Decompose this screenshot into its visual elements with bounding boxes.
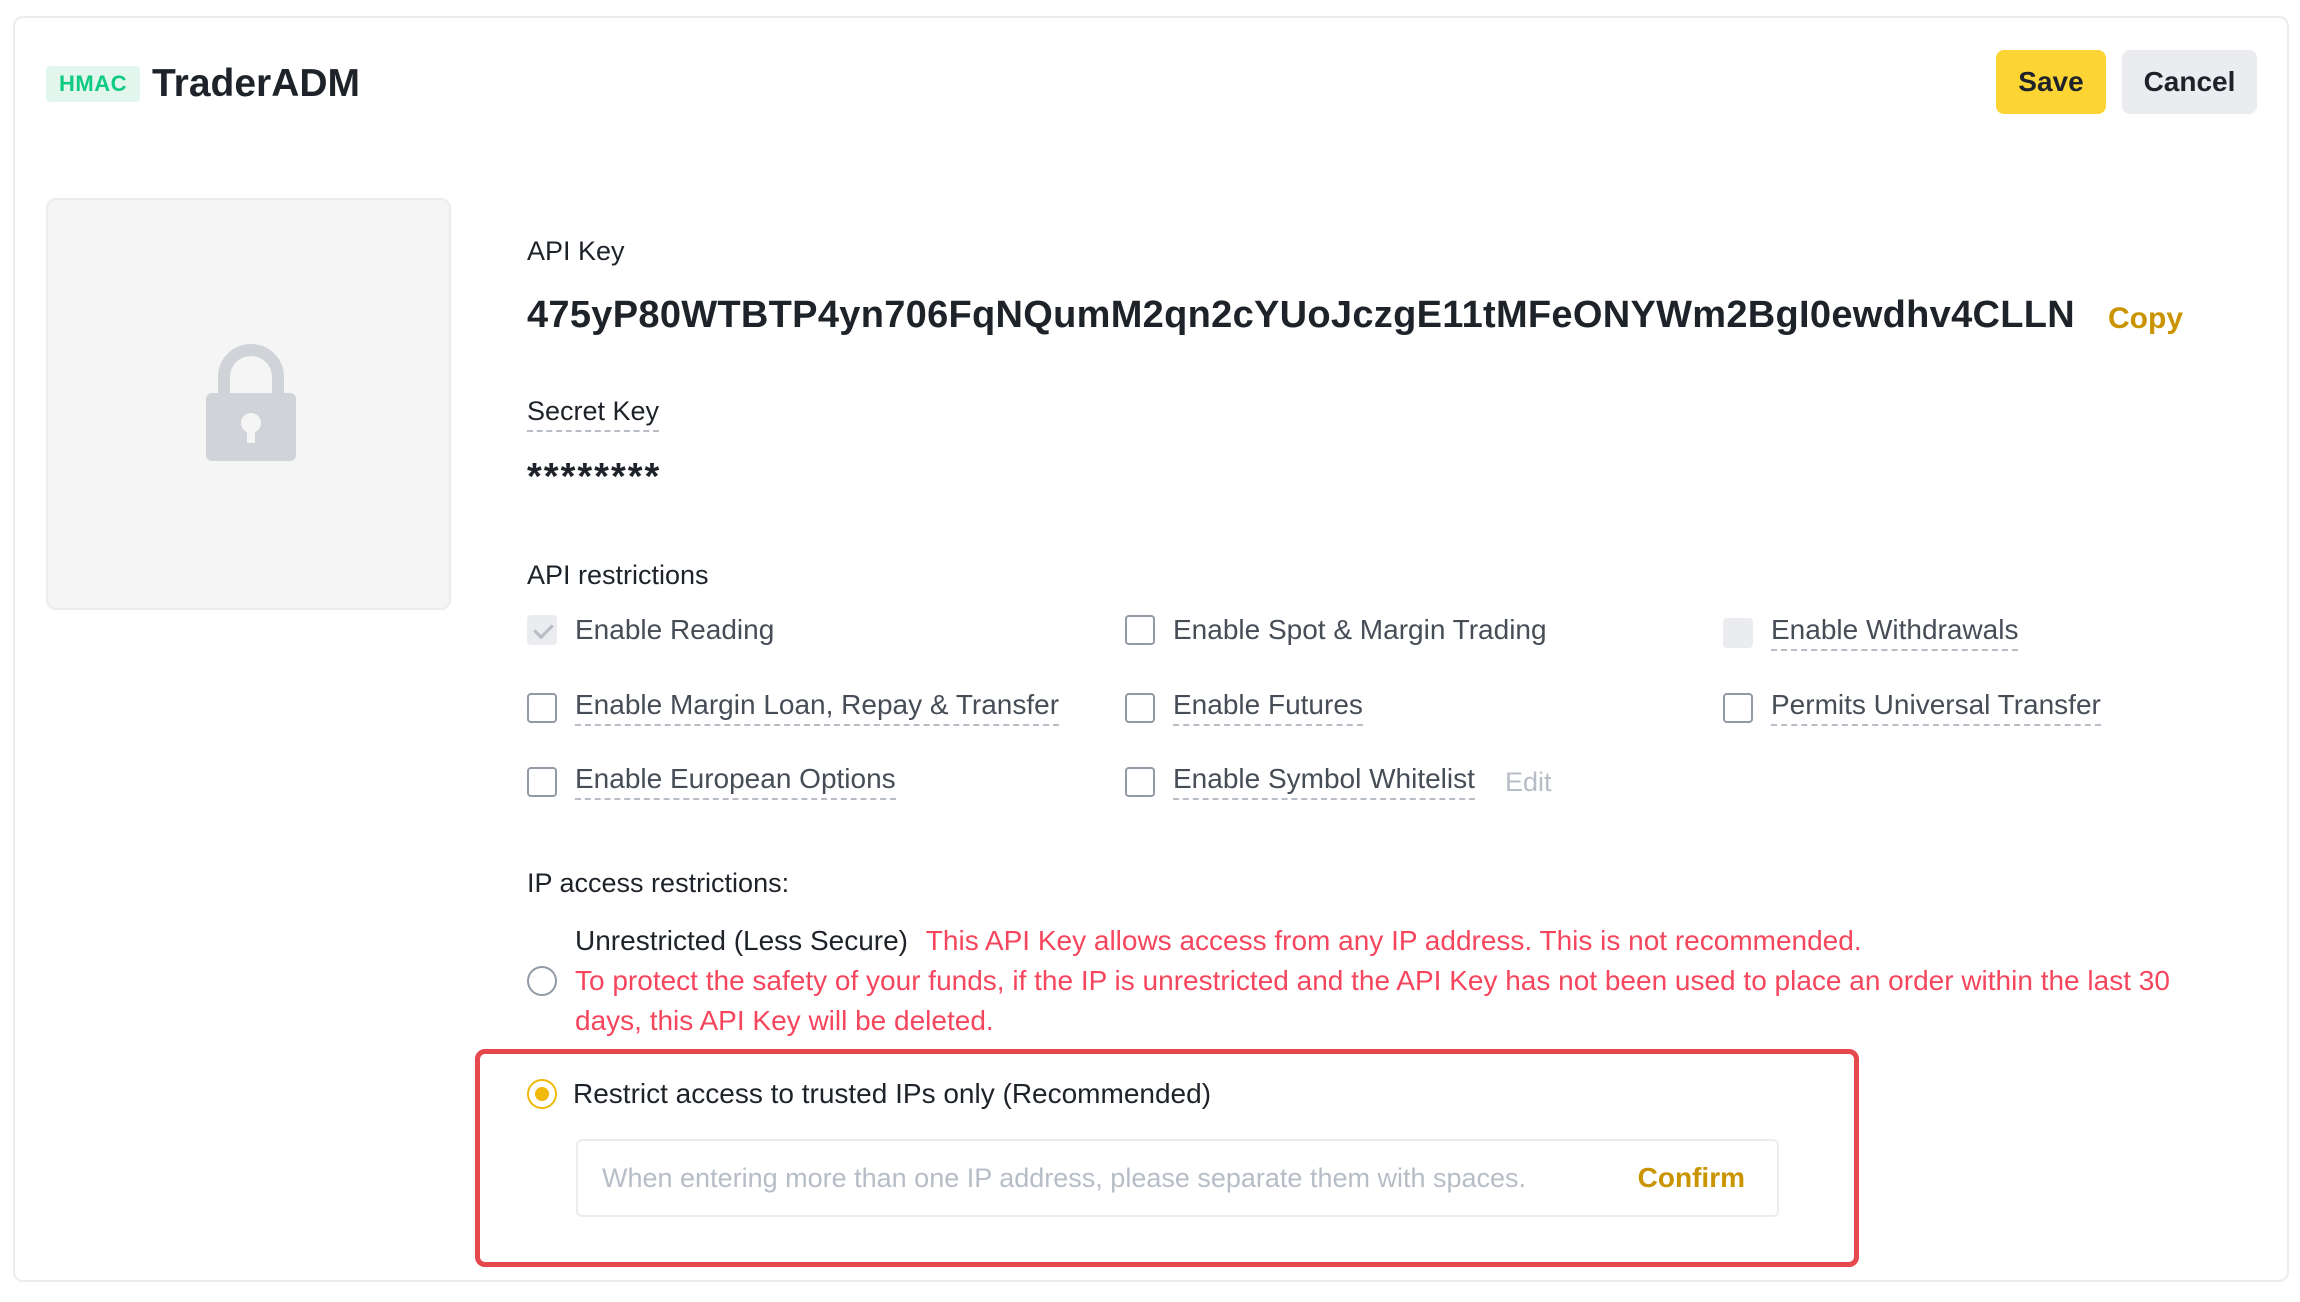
lock-icon: [206, 344, 296, 461]
checkbox-enable-withdrawals[interactable]: Enable Withdrawals: [1723, 614, 2019, 651]
checkbox-label: Enable Spot & Margin Trading: [1173, 614, 1547, 645]
secret-key-label[interactable]: Secret Key: [527, 396, 660, 432]
checkbox-label: Enable Futures: [1173, 689, 1363, 726]
checkbox-enable-reading[interactable]: Enable Reading: [527, 614, 774, 646]
restrict-option-label[interactable]: Restrict access to trusted IPs only (Rec…: [573, 1078, 1211, 1110]
api-key-name: TraderADM: [152, 62, 361, 105]
edit-whitelist-link[interactable]: Edit: [1505, 767, 1552, 798]
checkbox-permits-universal-transfer[interactable]: Permits Universal Transfer: [1723, 689, 2101, 726]
checkbox-enable-margin-loan[interactable]: Enable Margin Loan, Repay & Transfer: [527, 689, 1060, 726]
checkbox-label: Enable Withdrawals: [1771, 614, 2019, 651]
unrestricted-notice-line2: days, this API Key will be deleted.: [575, 1005, 994, 1036]
checkbox-enable-symbol-whitelist[interactable]: Enable Symbol Whitelist: [1125, 763, 1475, 800]
checkbox-enable-spot-margin-trading[interactable]: Enable Spot & Margin Trading: [1125, 614, 1547, 646]
unrestricted-notice-line1: To protect the safety of your funds, if …: [575, 965, 2170, 996]
checkbox-label: Enable European Options: [575, 763, 896, 800]
checkbox: [1125, 692, 1155, 723]
checkbox: [1723, 617, 1753, 648]
checkbox: [527, 692, 557, 723]
ip-address-input[interactable]: [602, 1162, 1626, 1194]
ip-input-field[interactable]: Confirm: [576, 1139, 1779, 1217]
unrestricted-option[interactable]: Unrestricted (Less Secure) This API Key …: [575, 925, 1862, 957]
checkbox: [1125, 766, 1155, 797]
hmac-badge: HMAC: [46, 66, 140, 102]
secret-key-value: ********: [527, 456, 662, 498]
unrestricted-label: Unrestricted (Less Secure): [575, 925, 909, 956]
checkbox: [1723, 692, 1753, 723]
checkbox-label: Permits Universal Transfer: [1771, 689, 2101, 726]
checkbox-label: Enable Margin Loan, Repay & Transfer: [575, 689, 1060, 726]
copy-button[interactable]: Copy: [2108, 302, 2183, 336]
save-button[interactable]: Save: [1996, 50, 2106, 114]
header: HMAC TraderADM: [46, 62, 360, 106]
checkbox: [527, 766, 557, 797]
checkbox-enable-futures[interactable]: Enable Futures: [1125, 689, 1363, 726]
api-restrictions-label: API restrictions: [527, 560, 709, 590]
api-key-label: API Key: [527, 236, 625, 266]
unrestricted-warning: This API Key allows access from any IP a…: [925, 925, 1862, 956]
confirm-button[interactable]: Confirm: [1638, 1162, 1745, 1194]
radio-restrict-trusted-ips[interactable]: [527, 1079, 557, 1109]
ip-restrictions-label: IP access restrictions:: [527, 868, 790, 898]
cancel-button[interactable]: Cancel: [2122, 50, 2257, 114]
qr-code-placeholder: [46, 198, 451, 610]
radio-unrestricted[interactable]: [527, 966, 557, 996]
checkbox-label: Enable Symbol Whitelist: [1173, 763, 1475, 800]
checkbox-label: Enable Reading: [575, 614, 775, 645]
checkbox-enable-european-options[interactable]: Enable European Options: [527, 763, 896, 800]
checkbox: [527, 615, 557, 645]
api-key-value: 475yP80WTBTP4yn706FqNQumM2qn2cYUoJczgE11…: [527, 294, 2076, 336]
checkbox: [1125, 615, 1155, 645]
